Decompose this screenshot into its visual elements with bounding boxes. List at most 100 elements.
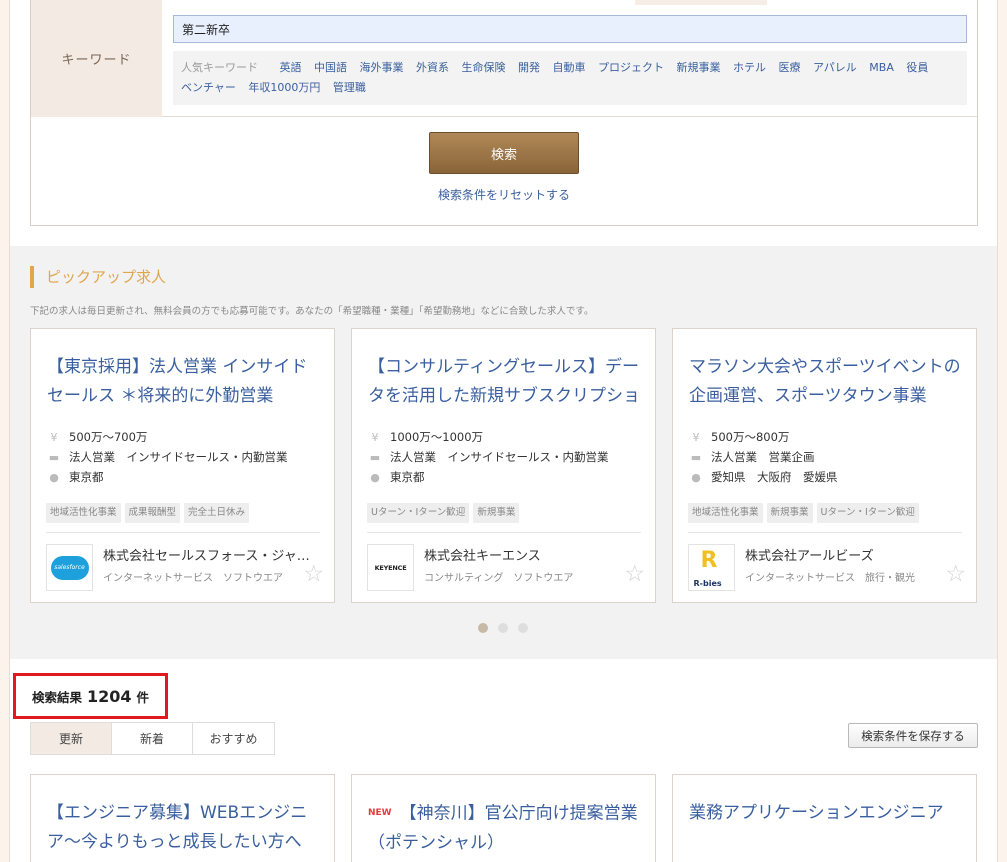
job-title[interactable]: 【コンサルティングセールス】データを活用した新規サブスクリプション [368,353,640,413]
yen-icon: ¥ [371,430,379,444]
job-tag: 地域活性化事業 [688,503,763,523]
new-badge: NEW [368,808,392,818]
popular-keyword-link[interactable]: 生命保険 [462,61,506,74]
job-salary-row: ¥ 500万～700万 [47,429,319,445]
job-tag: 地域活性化事業 [46,503,121,523]
job-tags: 地域活性化事業 新規事業 Uターン・Iターン歓迎 [688,503,919,523]
job-title-wrap[interactable]: NEW 【神奈川】官公庁向け提案営業（ポテンシャル） [368,799,640,858]
popular-keyword-link[interactable]: 医療 [779,61,801,74]
map-pin-icon: ● [370,470,380,484]
reset-conditions-link-text[interactable]: 検索条件をリセットする [438,188,570,202]
save-search-button[interactable]: 検索条件を保存する [848,723,978,748]
yen-icon: ¥ [50,430,58,444]
popular-keyword-link[interactable]: アパレル [813,61,857,74]
carousel-dot[interactable] [498,623,508,633]
popular-keyword-link[interactable]: 管理職 [333,81,366,94]
popular-keyword-link[interactable]: 英語 [280,61,302,74]
job-type: 法人営業 インサイドセールス・内勤営業 [390,450,609,464]
pickup-job-card[interactable]: 【コンサルティングセールス】データを活用した新規サブスクリプション ¥ 1000… [351,328,656,603]
company-name: 株式会社セールスフォース・ジャパン [103,549,323,564]
popular-keyword-link[interactable]: 海外事業 [360,61,404,74]
page-edge-left [0,0,10,862]
result-job-card[interactable]: 【エンジニア募集】WEBエンジニア～今よりもっと成長したい方へ [30,774,335,862]
job-title[interactable]: 【東京採用】法人営業 インサイドセールス ＊将来的に外勤営業 [47,353,319,411]
star-icon[interactable]: ☆ [624,562,645,586]
company-name: 株式会社キーエンス [424,549,541,564]
pickup-job-card[interactable]: 【東京採用】法人営業 インサイドセールス ＊将来的に外勤営業 ¥ 500万～70… [30,328,335,603]
star-icon[interactable]: ☆ [303,562,324,586]
job-salary: 1000万～1000万 [390,430,484,444]
job-title[interactable]: 【エンジニア募集】WEBエンジニア～今よりもっと成長したい方へ [47,799,319,857]
result-count-label: 検索結果 [32,689,83,705]
rbies-logo: R R-bies [693,547,722,588]
job-tag: 新規事業 [473,503,520,523]
popular-keyword-link[interactable]: ホテル [733,61,766,74]
result-job-card[interactable]: NEW 【神奈川】官公庁向け提案営業（ポテンシャル） [351,774,656,862]
pickup-description: 下記の求人は毎日更新され、無料会員の方でも応募可能です。あなたの「希望職種・業種… [30,306,594,317]
briefcase-icon: ▬ [48,450,60,464]
star-icon[interactable]: ☆ [945,562,966,586]
job-tag: 新規事業 [766,503,813,523]
pickup-heading: ピックアップ求人 [30,266,166,288]
job-title[interactable]: 業務アプリケーションエンジニア [689,799,961,828]
job-location: 東京都 [69,470,104,484]
sort-tabs: 更新 新着 おすすめ [30,722,275,755]
carousel-dot[interactable] [518,623,528,633]
popular-keyword-link[interactable]: 新規事業 [677,61,721,74]
job-tag: 完全土日休み [184,503,250,523]
company-name: 株式会社アールビーズ [745,549,874,564]
popular-keyword-link[interactable]: 年収1000万円 [248,81,320,94]
job-tags: Uターン・Iターン歓迎 新規事業 [367,503,520,523]
rbies-logo-text: R-bies [693,578,722,588]
map-pin-icon: ● [691,470,701,484]
sort-tab-recommended[interactable]: おすすめ [193,723,274,754]
popular-keyword-link[interactable]: 開発 [518,61,540,74]
company-industry: コンサルティング ソフトウエア [424,573,574,584]
salesforce-logo: salesforce [50,555,89,580]
company-industry: インターネットサービス 旅行・観光 [745,573,915,584]
job-salary: 500万～800万 [711,430,790,444]
map-pin-icon: ● [49,470,59,484]
popular-keywords: 人気キーワード 英語 中国語 海外事業 外資系 生命保険 開発 自動車 プロジェ… [173,51,967,105]
search-form: キーワード 人気キーワード 英語 中国語 海外事業 外資系 生命保険 開発 自動… [30,0,978,226]
popular-keyword-link[interactable]: 中国語 [314,61,347,74]
job-type-row: ▬ 法人営業 インサイドセールス・内勤営業 [368,449,640,465]
job-tag: 成果報酬型 [124,503,181,523]
search-button[interactable]: 検索 [429,132,579,174]
sort-tab-updated[interactable]: 更新 [31,723,112,754]
card-divider [688,532,962,533]
job-title[interactable]: 【神奈川】官公庁向け提案営業（ポテンシャル） [368,804,638,853]
carousel-dot[interactable] [478,623,488,633]
popular-keyword-link[interactable]: 外資系 [416,61,449,74]
keyword-label: キーワード [31,0,162,117]
job-location: 東京都 [390,470,425,484]
keyword-input[interactable] [173,15,967,43]
page-edge-right [997,0,1007,862]
popular-keyword-link[interactable]: 自動車 [553,61,586,74]
pickup-job-card[interactable]: マラソン大会やスポーツイベントの企画運営、スポーツタウン事業 ¥ 500万～80… [672,328,977,603]
popular-keyword-link[interactable]: 役員 [906,61,928,74]
popular-keyword-link[interactable]: ベンチャー [181,81,236,94]
job-tag: Uターン・Iターン歓迎 [367,503,470,523]
job-tag: Uターン・Iターン歓迎 [816,503,919,523]
pickup-section: ピックアップ求人 下記の求人は毎日更新され、無料会員の方でも応募可能です。あなた… [10,246,997,659]
sort-tab-new[interactable]: 新着 [112,723,193,754]
job-location-row: ● 愛知県 大阪府 愛媛県 [689,469,961,485]
job-salary-row: ¥ 500万～800万 [689,429,961,445]
company-logo: KEYENCE [367,544,414,591]
job-type-row: ▬ 法人営業 インサイドセールス・内勤営業 [47,449,319,465]
job-type: 法人営業 営業企画 [711,450,815,464]
briefcase-icon: ▬ [369,450,381,464]
result-count-unit: 件 [136,689,150,705]
job-title[interactable]: マラソン大会やスポーツイベントの企画運営、スポーツタウン事業 [689,353,961,411]
job-type: 法人営業 インサイドセールス・内勤営業 [69,450,288,464]
company-logo: R R-bies [688,544,735,591]
popular-keyword-link[interactable]: MBA [869,61,894,74]
company-industry: インターネットサービス ソフトウエア [103,573,283,584]
popular-keywords-title: 人気キーワード [181,61,258,74]
popular-keyword-link[interactable]: プロジェクト [598,61,664,74]
result-job-card[interactable]: 業務アプリケーションエンジニア [672,774,977,862]
briefcase-icon: ▬ [690,450,702,464]
job-salary-row: ¥ 1000万～1000万 [368,429,640,445]
job-location: 愛知県 大阪府 愛媛県 [711,470,838,484]
